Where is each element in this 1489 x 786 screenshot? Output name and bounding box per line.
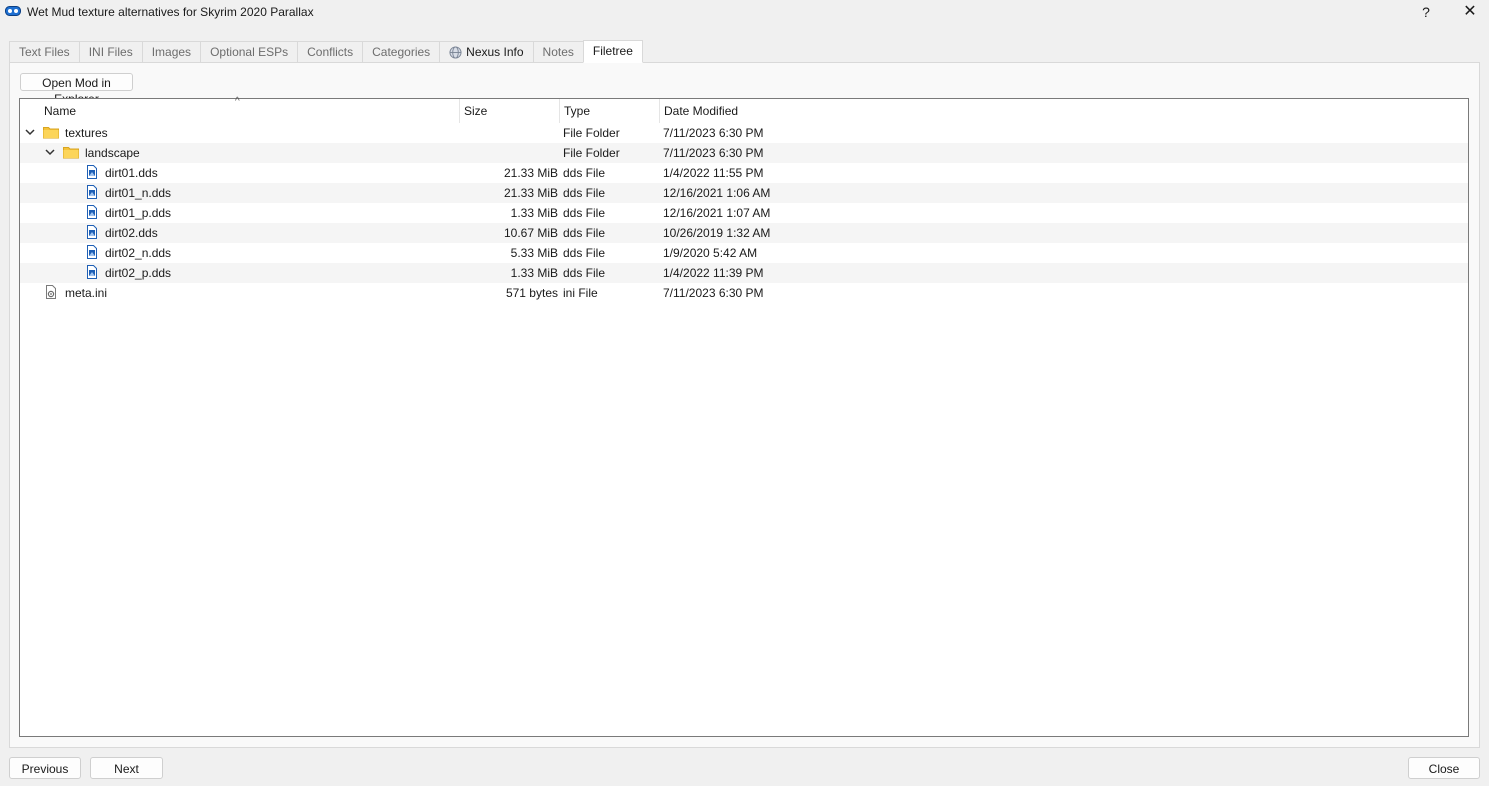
file-name: dirt01.dds <box>105 166 158 180</box>
file-name: dirt01_p.dds <box>105 206 172 220</box>
app-icon <box>5 6 21 16</box>
file-type: dds File <box>563 166 606 180</box>
tree-row-landscape[interactable]: landscape File Folder 7/11/2023 6:30 PM <box>20 143 1468 163</box>
tab-filetree[interactable]: Filetree <box>582 40 643 63</box>
column-header-date-modified[interactable]: Date Modified <box>660 99 1468 123</box>
tab-label: Conflicts <box>307 45 354 59</box>
tab-optional-esps[interactable]: Optional ESPs <box>200 41 298 63</box>
file-size <box>460 143 558 163</box>
close-button[interactable]: Close <box>1408 757 1480 779</box>
tab-nexus-info[interactable]: Nexus Info <box>439 41 533 63</box>
file-date: 7/11/2023 6:30 PM <box>663 146 764 160</box>
tab-label: INI Files <box>88 45 133 59</box>
window-title: Wet Mud texture alternatives for Skyrim … <box>27 5 314 19</box>
file-size <box>460 123 558 143</box>
file-tree[interactable]: Name ^ Size Type Date Modified textures … <box>19 96 1469 737</box>
tab-conflicts[interactable]: Conflicts <box>297 41 363 63</box>
tab-notes[interactable]: Notes <box>532 41 583 63</box>
file-name: dirt01_n.dds <box>105 186 172 200</box>
file-name: dirt02_n.dds <box>105 246 172 260</box>
tab-ini-files[interactable]: INI Files <box>78 41 142 63</box>
globe-icon <box>449 46 462 59</box>
tree-header: Name ^ Size Type Date Modified <box>20 96 1468 123</box>
file-size: 10.67 MiB <box>503 226 558 240</box>
help-button[interactable]: ? <box>1416 2 1436 22</box>
window-close-button[interactable]: ✕ <box>1460 2 1480 22</box>
file-type: File Folder <box>563 146 620 160</box>
image-file-icon <box>87 205 97 219</box>
column-header-name[interactable]: Name <box>40 99 460 123</box>
tree-row-file[interactable]: dirt01_p.dds 1.33 MiB dds File 12/16/202… <box>20 203 1468 223</box>
tab-label: Text Files <box>19 45 70 59</box>
tab-categories[interactable]: Categories <box>362 41 440 63</box>
tree-row-file[interactable]: dirt01.dds 21.33 MiB dds File 1/4/2022 1… <box>20 163 1468 183</box>
image-file-icon <box>87 185 97 199</box>
file-date: 12/16/2021 1:07 AM <box>663 206 771 220</box>
tab-images[interactable]: Images <box>141 41 201 63</box>
column-header-size[interactable]: Size <box>460 99 560 123</box>
sort-ascending-icon: ^ <box>235 96 240 107</box>
title-bar: Wet Mud texture alternatives for Skyrim … <box>0 0 1489 26</box>
folder-icon <box>63 147 79 159</box>
chevron-down-icon[interactable] <box>24 125 36 139</box>
file-name: meta.ini <box>65 286 108 300</box>
image-file-icon <box>87 265 97 279</box>
tree-row-file[interactable]: dirt01_n.dds 21.33 MiB dds File 12/16/20… <box>20 183 1468 203</box>
previous-button[interactable]: Previous <box>9 757 81 779</box>
file-size: 571 bytes <box>505 286 558 300</box>
folder-icon <box>43 127 59 139</box>
tab-text-files[interactable]: Text Files <box>9 41 79 63</box>
settings-file-icon <box>46 285 56 299</box>
tab-label: Nexus Info <box>466 45 524 59</box>
file-type: ini File <box>563 286 598 300</box>
file-type: dds File <box>563 186 606 200</box>
tab-label: Notes <box>542 45 574 59</box>
tree-row-file[interactable]: dirt02_n.dds 5.33 MiB dds File 1/9/2020 … <box>20 243 1468 263</box>
column-header-type[interactable]: Type <box>560 99 660 123</box>
file-name: dirt02_p.dds <box>105 266 172 280</box>
file-type: dds File <box>563 246 606 260</box>
file-name: landscape <box>85 146 140 160</box>
file-size: 1.33 MiB <box>510 206 558 220</box>
file-size: 21.33 MiB <box>503 186 558 200</box>
file-name: textures <box>65 126 108 140</box>
tab-label: Categories <box>372 45 431 59</box>
file-date: 7/11/2023 6:30 PM <box>663 286 764 300</box>
image-file-icon <box>87 225 97 239</box>
file-date: 10/26/2019 1:32 AM <box>663 226 771 240</box>
file-name: dirt02.dds <box>105 226 158 240</box>
file-date: 7/11/2023 6:30 PM <box>663 126 764 140</box>
tree-row-file[interactable]: dirt02_p.dds 1.33 MiB dds File 1/4/2022 … <box>20 263 1468 283</box>
image-file-icon <box>87 165 97 179</box>
tab-label: Filetree <box>592 44 633 58</box>
file-date: 1/4/2022 11:55 PM <box>663 166 764 180</box>
file-type: dds File <box>563 206 606 220</box>
tree-row-file[interactable]: dirt02.dds 10.67 MiB dds File 10/26/2019… <box>20 223 1468 243</box>
file-size: 21.33 MiB <box>503 166 558 180</box>
tab-label: Optional ESPs <box>210 45 289 59</box>
file-date: 1/9/2020 5:42 AM <box>663 246 758 260</box>
file-type: dds File <box>563 266 606 280</box>
file-type: dds File <box>563 226 606 240</box>
tab-label: Images <box>151 45 192 59</box>
tree-row-meta-ini[interactable]: meta.ini 571 bytes ini File 7/11/2023 6:… <box>20 283 1468 303</box>
tab-bar: Text Files INI Files Images Optional ESP… <box>9 40 643 63</box>
file-size: 1.33 MiB <box>510 266 558 280</box>
chevron-down-icon[interactable] <box>44 145 56 159</box>
tree-row-textures[interactable]: textures File Folder 7/11/2023 6:30 PM <box>20 123 1468 143</box>
image-file-icon <box>87 245 97 259</box>
file-date: 12/16/2021 1:06 AM <box>663 186 771 200</box>
next-button[interactable]: Next <box>90 757 163 779</box>
file-type: File Folder <box>563 126 620 140</box>
open-mod-in-explorer-button[interactable]: Open Mod in Explorer <box>20 73 133 106</box>
file-date: 1/4/2022 11:39 PM <box>663 266 764 280</box>
file-size: 5.33 MiB <box>510 246 558 260</box>
